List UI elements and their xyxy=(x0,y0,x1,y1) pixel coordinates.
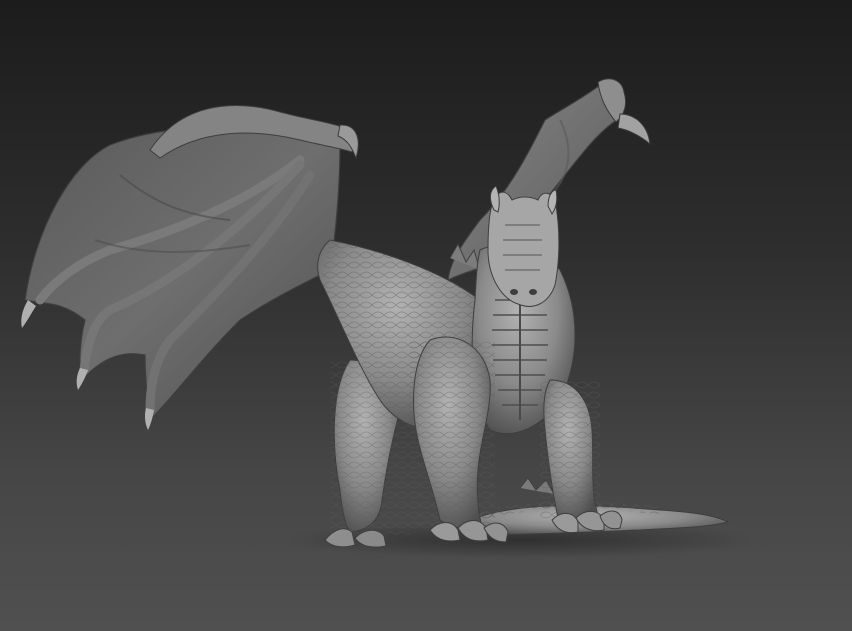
left-wing xyxy=(21,105,359,430)
head xyxy=(487,185,560,307)
front-leg-left xyxy=(410,336,509,543)
dragon-sculpt-render xyxy=(21,78,760,558)
sculpt-viewport xyxy=(0,0,852,631)
